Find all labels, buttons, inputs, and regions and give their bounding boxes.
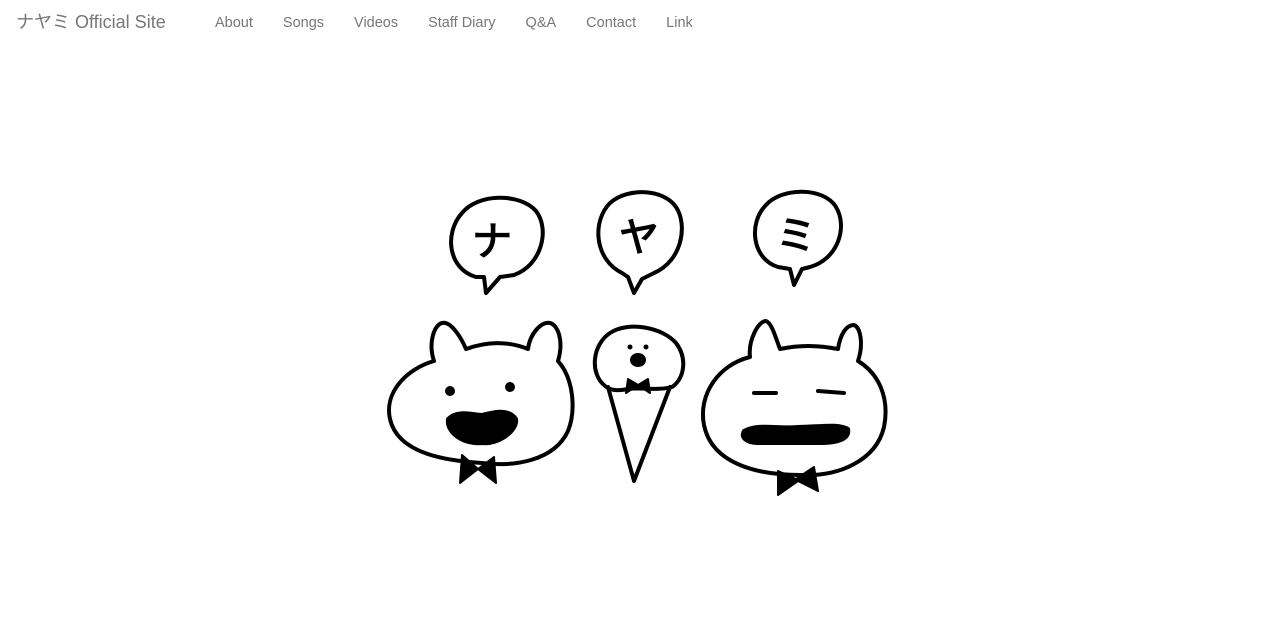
bear-smiling-icon — [700, 319, 888, 496]
ice-cream-cone-icon — [592, 324, 686, 483]
nav-link-about[interactable]: About — [200, 0, 268, 46]
nav-item-link: Link — [651, 0, 708, 46]
nav-link-songs[interactable]: Songs — [268, 0, 339, 46]
bear-open-mouth-icon — [387, 320, 575, 484]
nav-link-videos[interactable]: Videos — [339, 0, 413, 46]
bubble-text-ya: ヤ — [619, 215, 659, 261]
nav-item-videos: Videos — [339, 0, 413, 46]
band-members-illustration: ナ ヤ ミ — [387, 189, 888, 496]
bubble-text-na: ナ — [472, 219, 512, 265]
nav-link-qa[interactable]: Q&A — [511, 0, 572, 46]
speech-bubble-mi: ミ — [752, 189, 843, 287]
nav-item-staff-diary: Staff Diary — [413, 0, 510, 46]
speech-bubble-ya: ヤ — [596, 190, 684, 295]
top-navbar: ナヤミ Official Site About Songs Videos Sta… — [0, 0, 1278, 46]
nav-item-songs: Songs — [268, 0, 339, 46]
hero-illustration: ナ ヤ ミ — [378, 165, 898, 545]
nav-link-contact[interactable]: Contact — [571, 0, 651, 46]
site-brand-link[interactable]: ナヤミ Official Site — [16, 11, 166, 33]
bubble-text-mi: ミ — [776, 213, 816, 259]
nav-link-staff-diary[interactable]: Staff Diary — [413, 0, 510, 46]
nav-item-about: About — [200, 0, 268, 46]
main-nav: About Songs Videos Staff Diary Q&A Conta… — [200, 0, 708, 46]
speech-bubble-na: ナ — [449, 195, 545, 295]
nav-item-contact: Contact — [571, 0, 651, 46]
nav-link-link[interactable]: Link — [651, 0, 708, 46]
nav-item-qa: Q&A — [511, 0, 572, 46]
